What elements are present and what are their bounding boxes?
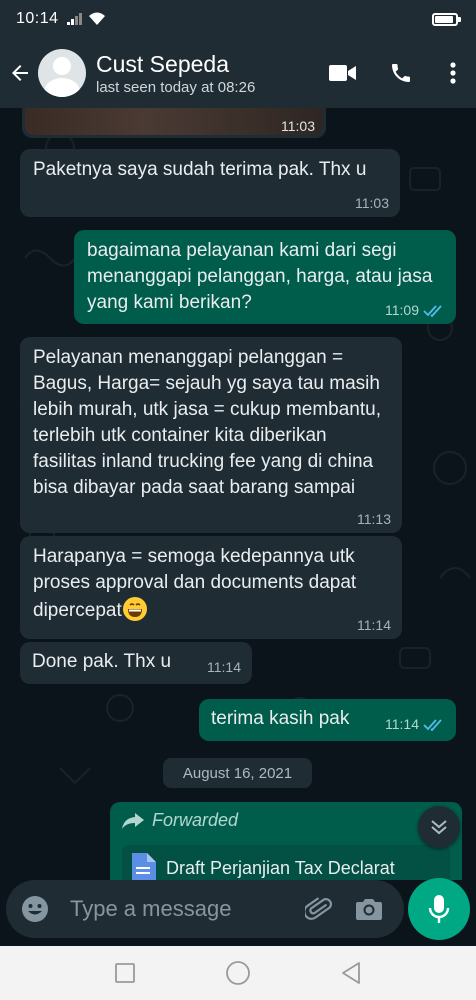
- more-menu-icon: [450, 62, 456, 84]
- read-ticks-icon: [423, 304, 442, 317]
- message-text: Harapanya = semoga kedepannya utk proses…: [33, 546, 357, 621]
- document-title: Draft Perjanjian Tax Declarat: [166, 857, 395, 878]
- image-message[interactable]: 11:03: [22, 108, 326, 138]
- home-icon[interactable]: [225, 960, 251, 986]
- back-button[interactable]: [2, 61, 38, 85]
- contact-info[interactable]: Cust Sepeda last seen today at 08:26: [96, 51, 314, 96]
- message-bubble-incoming[interactable]: Harapanya = semoga kedepannya utk proses…: [20, 536, 402, 639]
- more-menu-button[interactable]: [430, 49, 476, 97]
- message-input[interactable]: [70, 896, 290, 922]
- read-ticks-icon: [423, 718, 442, 731]
- message-time: 11:14: [357, 617, 391, 633]
- back-triangle-icon[interactable]: [340, 961, 362, 985]
- scroll-to-bottom-button[interactable]: [418, 806, 460, 848]
- battery-icon: [432, 13, 461, 26]
- chat-header: Cust Sepeda last seen today at 08:26: [0, 38, 476, 108]
- emoji-button[interactable]: [12, 886, 58, 932]
- document-icon: [132, 853, 156, 880]
- message-time: 11:03: [355, 195, 389, 211]
- message-bubble-incoming[interactable]: Pelayanan menanggapi pelanggan = Bagus, …: [20, 337, 402, 533]
- message-bubble-incoming[interactable]: Paketnya saya sudah terima pak. Thx u 11…: [20, 149, 400, 217]
- status-time: 10:14: [16, 10, 59, 27]
- double-chevron-down-icon: [431, 820, 447, 835]
- date-separator: August 16, 2021: [163, 758, 312, 788]
- message-time: 11:13: [357, 511, 391, 527]
- system-nav-bar: [0, 946, 476, 1000]
- message-text: Paketnya saya sudah terima pak. Thx u: [33, 159, 367, 180]
- paperclip-icon: [305, 897, 333, 920]
- voice-call-icon: [392, 64, 410, 82]
- camera-button[interactable]: [346, 886, 392, 932]
- last-seen: last seen today at 08:26: [96, 78, 256, 96]
- contact-name: Cust Sepeda: [96, 50, 229, 77]
- message-bubble-incoming[interactable]: Done pak. Thx u 11:14: [20, 642, 252, 684]
- document-attachment[interactable]: Draft Perjanjian Tax Declarat: [122, 845, 450, 880]
- forwarded-document-message[interactable]: Forwarded Draft Perjanjian Tax Declarat: [110, 802, 462, 880]
- message-time: 11:14: [207, 659, 241, 675]
- message-time: 11:09: [385, 302, 419, 318]
- camera-icon: [356, 899, 382, 920]
- video-call-button[interactable]: [314, 49, 372, 97]
- chat-area[interactable]: 11:03 Paketnya saya sudah terima pak. Th…: [0, 108, 476, 880]
- recent-apps-icon[interactable]: [114, 962, 136, 984]
- back-arrow-icon: [12, 65, 28, 81]
- status-bar: 10:14: [0, 0, 476, 38]
- voice-message-button[interactable]: [408, 878, 470, 940]
- avatar[interactable]: [38, 49, 86, 97]
- message-bubble-outgoing[interactable]: bagaimana pelayanan kami dari segi menan…: [74, 230, 456, 324]
- grinning-face-emoji-icon: [122, 597, 147, 621]
- message-input-container[interactable]: [6, 880, 404, 938]
- message-text: Pelayanan menanggapi pelanggan = Bagus, …: [33, 347, 381, 498]
- message-time: 11:03: [281, 118, 315, 134]
- forward-arrow-icon: [122, 812, 144, 829]
- forwarded-label: Forwarded: [152, 810, 239, 830]
- wifi-icon: [88, 12, 105, 25]
- image-preview: [25, 108, 323, 135]
- signal-icon: [66, 13, 82, 25]
- emoji-icon: [22, 896, 48, 922]
- microphone-icon: [428, 895, 450, 923]
- attach-button[interactable]: [296, 886, 342, 932]
- voice-call-button[interactable]: [372, 49, 430, 97]
- message-bubble-outgoing[interactable]: terima kasih pak 11:14: [199, 699, 456, 741]
- video-call-icon: [329, 65, 356, 81]
- message-time: 11:14: [385, 716, 419, 732]
- message-composer: [0, 878, 476, 942]
